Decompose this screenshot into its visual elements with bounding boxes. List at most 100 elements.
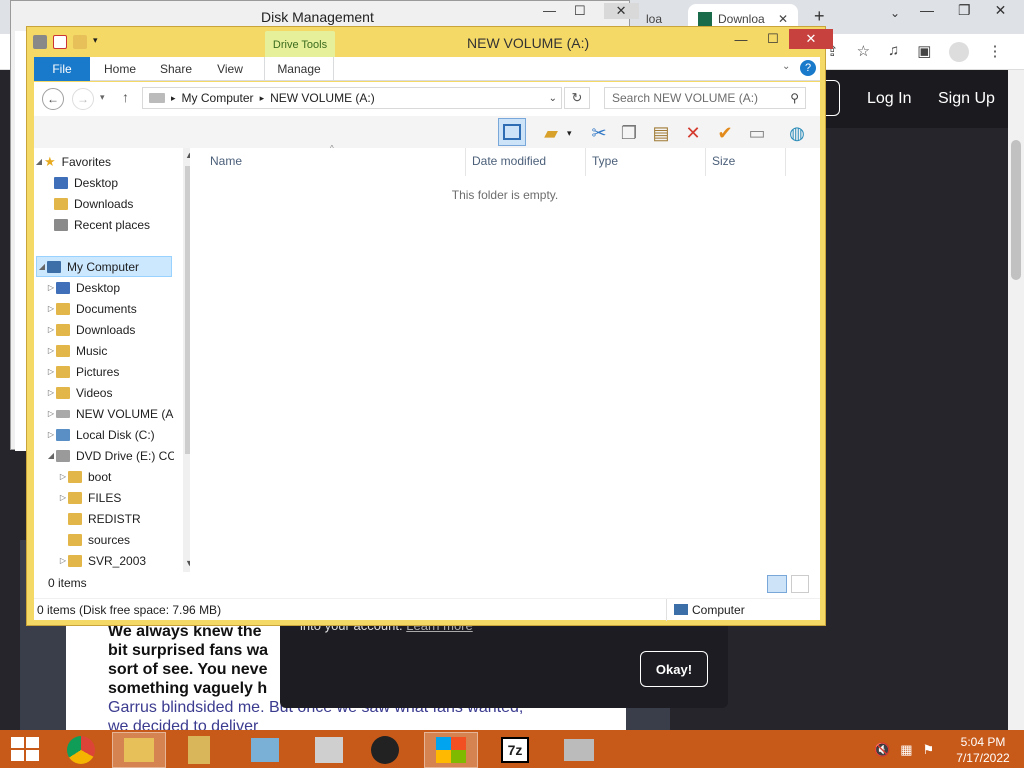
taskbar-app[interactable] — [552, 732, 606, 768]
login-link[interactable]: Log In — [867, 90, 911, 108]
sidepanel-icon[interactable]: ▣ — [917, 42, 931, 62]
column-size[interactable]: Size — [712, 154, 735, 168]
tree-item[interactable]: ▷ SVR_2003 — [58, 550, 198, 571]
tab-file[interactable]: File — [34, 57, 90, 81]
tree-item[interactable]: ▷ NEW VOLUME (A:) — [46, 403, 174, 424]
expand-icon[interactable]: ▷ — [46, 283, 56, 292]
tab-search-chevron-icon[interactable]: ⌄ — [890, 6, 900, 20]
column-divider[interactable] — [585, 148, 586, 176]
tree-item[interactable]: ▷ Videos — [46, 382, 186, 403]
expand-icon[interactable]: ▷ — [58, 472, 68, 481]
taskbar-chrome[interactable] — [54, 732, 108, 768]
tree-item[interactable]: ▷ Desktop — [46, 277, 186, 298]
breadcrumb-current[interactable]: NEW VOLUME (A:) — [270, 91, 375, 105]
restore-icon[interactable]: ❐ — [958, 2, 971, 19]
tree-item[interactable]: ▷ boot — [58, 466, 198, 487]
help-icon[interactable]: ? — [800, 60, 816, 76]
column-divider[interactable] — [465, 148, 466, 176]
tab-manage[interactable]: Manage — [264, 57, 334, 81]
tree-item[interactable]: ▷ Local Disk (C:) — [46, 424, 186, 445]
folder-options-icon[interactable]: ▰ — [540, 122, 562, 144]
properties-icon[interactable] — [53, 35, 67, 49]
preview-pane-icon[interactable] — [498, 118, 526, 146]
close-tab-icon[interactable]: ✕ — [778, 12, 788, 26]
large-icons-view-icon[interactable] — [791, 575, 809, 593]
taskbar-app[interactable] — [358, 732, 412, 768]
close-icon[interactable]: ✕ — [995, 2, 1007, 19]
collapse-icon[interactable]: ◢ — [37, 262, 47, 271]
collapse-icon[interactable]: ◢ — [34, 157, 44, 166]
taskbar-explorer[interactable] — [112, 732, 166, 768]
expand-icon[interactable]: ▷ — [46, 388, 56, 397]
okay-button[interactable]: Okay! — [640, 651, 708, 687]
volume-muted-icon[interactable]: 🔇 — [874, 742, 890, 758]
expand-icon[interactable]: ▷ — [46, 304, 56, 313]
column-divider[interactable] — [785, 148, 786, 176]
tree-item[interactable]: ▷ Documents — [46, 298, 186, 319]
address-bar[interactable]: ▸ My Computer ▸ NEW VOLUME (A:) ⌄ — [142, 87, 562, 109]
customize-chevron-icon[interactable]: ▾ — [93, 35, 98, 53]
column-type[interactable]: Type — [592, 154, 618, 168]
taskbar-app[interactable] — [302, 732, 356, 768]
back-button[interactable]: ← — [42, 88, 64, 110]
tree-fav-desktop[interactable]: Desktop — [54, 172, 194, 193]
taskbar-clock[interactable]: 5:04 PM 7/17/2022 — [948, 734, 1018, 766]
ribbon-expand-chevron-icon[interactable]: ⌄ — [782, 61, 790, 72]
tree-item[interactable]: ▷ Downloads — [46, 319, 186, 340]
up-arrow-icon[interactable]: ↑ — [122, 89, 129, 105]
close-button[interactable]: ✕ — [789, 29, 833, 49]
taskbar-app[interactable] — [424, 732, 478, 768]
forward-button[interactable]: → — [72, 88, 94, 110]
rename-icon[interactable]: ▭ — [746, 122, 768, 144]
column-name[interactable]: Name — [210, 154, 242, 168]
breadcrumb-my-computer[interactable]: My Computer — [182, 91, 254, 105]
action-center-icon[interactable]: ⚑ — [922, 742, 934, 758]
network-globe-icon[interactable]: ◍ — [786, 122, 808, 144]
new-folder-icon[interactable] — [73, 35, 87, 49]
tree-item[interactable]: sources — [58, 529, 198, 550]
signup-link[interactable]: Sign Up — [938, 90, 995, 108]
expand-icon[interactable]: ▷ — [58, 556, 68, 565]
refresh-button[interactable]: ↻ — [564, 87, 590, 109]
start-button[interactable] — [8, 734, 40, 764]
maximize-button[interactable]: ☐ — [757, 29, 789, 49]
cut-icon[interactable]: ✂ — [588, 122, 610, 144]
taskbar-app[interactable] — [172, 732, 226, 768]
expand-icon[interactable]: ▷ — [46, 430, 56, 439]
taskbar-app[interactable] — [238, 732, 292, 768]
column-divider[interactable] — [705, 148, 706, 176]
tree-fav-downloads[interactable]: Downloads — [54, 193, 194, 214]
minimize-button[interactable]: — — [725, 29, 757, 49]
search-input[interactable]: Search NEW VOLUME (A:) ⚲ — [604, 87, 806, 109]
media-icon[interactable]: ♫ — [888, 42, 899, 62]
recent-locations-icon[interactable]: ▾ — [100, 92, 105, 103]
paste-icon[interactable]: ▤ — [650, 122, 672, 144]
minimize-icon[interactable]: — — [543, 3, 556, 19]
copy-icon[interactable]: ❐ — [618, 122, 640, 144]
expand-icon[interactable]: ▷ — [58, 493, 68, 502]
check-icon[interactable]: ✔ — [714, 122, 736, 144]
tree-my-computer[interactable]: ◢ My Computer — [36, 256, 172, 277]
new-tab-button[interactable]: + — [814, 6, 825, 27]
collapse-icon[interactable]: ◢ — [46, 451, 56, 460]
tree-item[interactable]: ▷ Music — [46, 340, 186, 361]
expand-icon[interactable]: ▷ — [46, 325, 56, 334]
expand-icon[interactable]: ▷ — [46, 409, 56, 418]
tree-item[interactable]: REDISTR — [58, 508, 198, 529]
menu-kebab-icon[interactable]: ⋮ — [987, 42, 1002, 62]
maximize-icon[interactable]: ☐ — [574, 3, 586, 19]
tab-view[interactable]: View — [206, 57, 254, 81]
column-date-modified[interactable]: Date modified — [472, 154, 546, 168]
profile-avatar-icon[interactable] — [949, 42, 970, 62]
address-dropdown-icon[interactable]: ⌄ — [549, 93, 557, 104]
tab-home[interactable]: Home — [94, 57, 146, 81]
minimize-icon[interactable]: — — [920, 2, 934, 19]
delete-icon[interactable]: ✕ — [682, 122, 704, 144]
tree-favorites[interactable]: ◢ ★ Favorites — [34, 151, 174, 172]
close-icon[interactable]: ✕ — [603, 3, 639, 19]
tree-item[interactable]: ◢ DVD Drive (E:) CC — [46, 445, 174, 466]
tab-share[interactable]: Share — [150, 57, 202, 81]
taskbar-7zip[interactable]: 7z — [488, 732, 542, 768]
bookmark-star-icon[interactable]: ☆ — [857, 42, 870, 62]
details-view-icon[interactable] — [767, 575, 787, 593]
